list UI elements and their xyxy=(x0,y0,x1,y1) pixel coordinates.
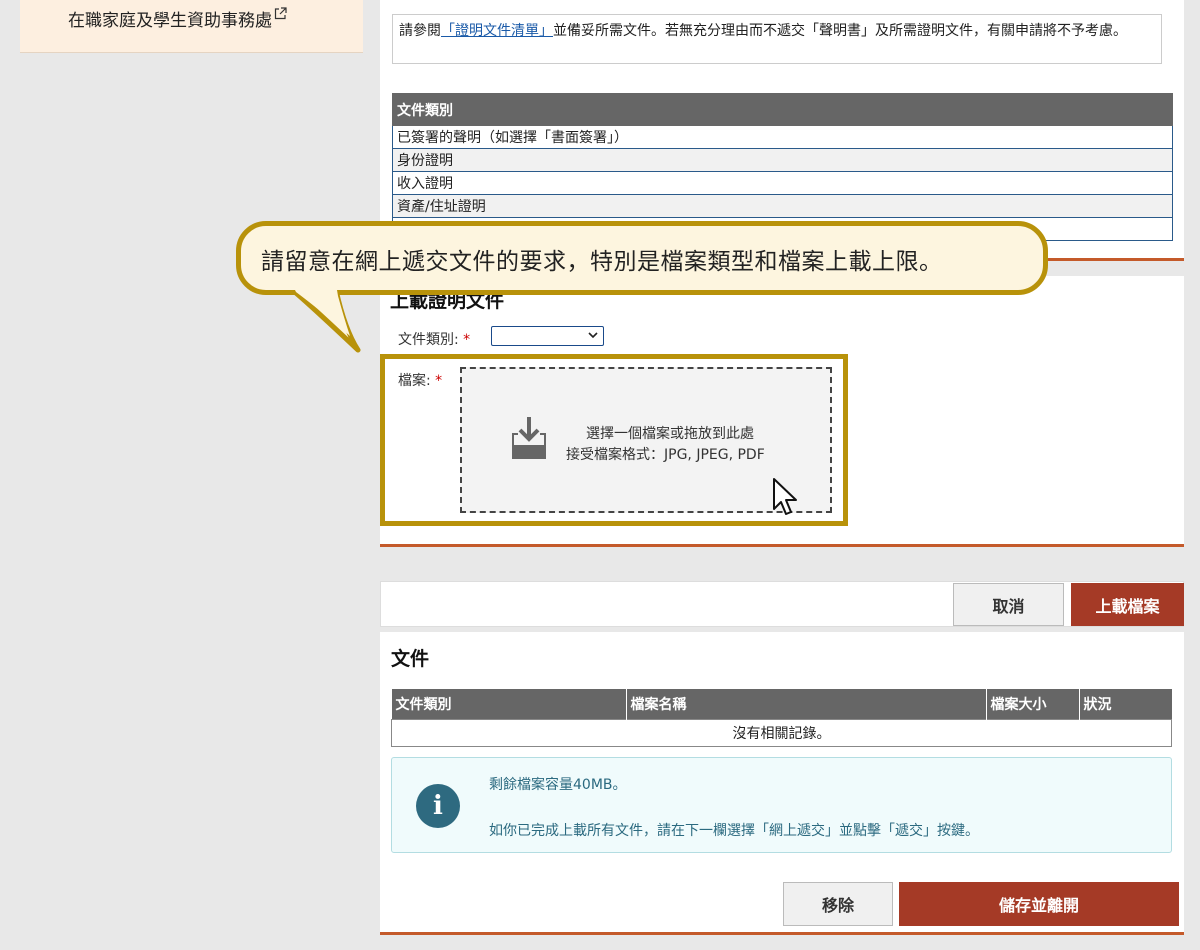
sidebar-link-wfsfaa[interactable]: 在職家庭及學生資助事務處 xyxy=(68,6,287,31)
dropzone-formats: 接受檔案格式：JPG, JPEG, PDF xyxy=(566,447,765,463)
table-row: 收入證明 xyxy=(392,171,1173,195)
table-row: 身份證明 xyxy=(392,148,1173,172)
save-and-exit-button[interactable]: 儲存並離開 xyxy=(899,882,1179,926)
upload-file-button[interactable]: 上載檔案 xyxy=(1071,583,1184,626)
external-link-icon xyxy=(274,7,287,20)
remaining-capacity-text: 剩餘檔案容量40MB。 xyxy=(489,777,627,793)
files-section: 文件 文件類別 檔案名稱 檔案大小 狀況 沒有相關記錄。 i 剩餘檔案容量40M… xyxy=(380,632,1184,935)
submission-instruction-text: 如你已完成上載所有文件，請在下一欄選擇「網上遞交」並點擊「遞交」按鍵。 xyxy=(489,823,979,839)
notice-prefix: 請參閱 xyxy=(399,23,441,39)
required-mark: * xyxy=(463,332,471,348)
column-header: 文件類別 xyxy=(391,689,627,720)
info-box: i 剩餘檔案容量40MB。 如你已完成上載所有文件，請在下一欄選擇「網上遞交」並… xyxy=(391,757,1172,853)
notice-suffix: 並備妥所需文件。若無充分理由而不遞交「聲明書」及所需證明文件，有關申請將不予考慮… xyxy=(553,23,1127,39)
document-list-link[interactable]: 「證明文件清單」 xyxy=(441,23,553,39)
cancel-button[interactable]: 取消 xyxy=(953,583,1064,626)
sidebar-panel: 在職家庭及學生資助事務處 xyxy=(20,0,363,53)
upload-section: 上載證明文件 文件類別: * 檔案: * 選擇一個檔案或拖放到此處 接受檔案格式… xyxy=(380,276,1184,547)
table-row: 資產/住址證明 xyxy=(392,194,1173,218)
column-header: 檔案名稱 xyxy=(626,689,987,720)
column-header: 檔案大小 xyxy=(986,689,1080,720)
dropzone-instruction: 選擇一個檔案或拖放到此處 xyxy=(586,426,754,442)
chevron-down-icon xyxy=(587,329,599,344)
sidebar-link-label: 在職家庭及學生資助事務處 xyxy=(68,11,272,31)
files-title: 文件 xyxy=(391,648,430,670)
column-header: 狀況 xyxy=(1079,689,1172,720)
required-mark: * xyxy=(435,373,443,389)
doc-type-label: 文件類別: * xyxy=(398,332,471,348)
empty-row: 沒有相關記錄。 xyxy=(391,719,1172,747)
document-types-table: 文件類別 已簽署的聲明（如選擇「書面簽署」） 身份證明 收入證明 資產/住址證明 xyxy=(392,93,1173,241)
upload-action-bar: 取消 上載檔案 xyxy=(380,581,1184,627)
info-icon: i xyxy=(416,784,460,828)
doc-types-header: 文件類別 xyxy=(392,93,1173,126)
callout-bubble: 請留意在網上遞交文件的要求，特別是檔案類型和檔案上載上限。 xyxy=(236,221,1048,295)
file-label: 檔案: * xyxy=(398,373,443,389)
download-tray-icon xyxy=(512,417,546,459)
file-dropzone[interactable]: 選擇一個檔案或拖放到此處 接受檔案格式：JPG, JPEG, PDF xyxy=(460,367,832,515)
remove-button[interactable]: 移除 xyxy=(783,882,893,926)
table-row: 已簽署的聲明（如選擇「書面簽署」） xyxy=(392,125,1173,149)
mouse-pointer-icon xyxy=(773,478,797,515)
files-table: 文件類別 檔案名稱 檔案大小 狀況 沒有相關記錄。 xyxy=(391,689,1172,747)
callout-text: 請留意在網上遞交文件的要求，特別是檔案類型和檔案上載上限。 xyxy=(261,249,943,275)
notice-box: 請參閱「證明文件清單」並備妥所需文件。若無充分理由而不遞交「聲明書」及所需證明文… xyxy=(392,14,1162,64)
doc-type-select[interactable] xyxy=(491,326,604,346)
